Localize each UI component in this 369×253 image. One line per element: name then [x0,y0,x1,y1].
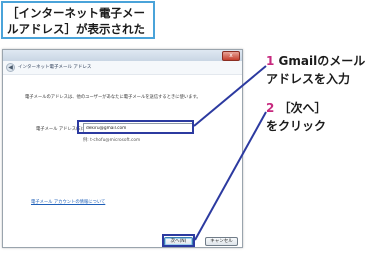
callout-1-line2: アドレスを入力 [266,72,351,86]
instruction-caption: ［インターネット電子メー ルアドレス］が表示された [1,1,155,39]
wizard-title: インターネット電子メール アドレス [18,65,92,70]
internet-email-address-dialog: x ◀ インターネット電子メール アドレス 電子メールのアドレスは、他のユーザー… [2,49,243,248]
caption-line-1: ［インターネット電子メー [7,6,145,20]
email-input-highlight [77,120,194,134]
dialog-titlebar: x [3,50,242,61]
callout-step-1: 1 Gmailのメール アドレスを入力 [266,52,365,88]
email-description: 電子メールのアドレスは、他のユーザーがあなたに電子メールを送信するときに使います… [25,95,201,100]
callout-2-number: 2 [266,101,275,115]
callout-1-line1: Gmailのメール [278,54,366,68]
close-button[interactable]: x [222,51,240,61]
caption-line-2: ルアドレス］が表示された [7,22,145,36]
callout-2-line2: をクリック [266,119,327,133]
cancel-button[interactable]: キャンセル [205,237,238,246]
email-account-info-link[interactable]: 電子メール アカウントの情報について [31,199,105,205]
next-button-highlight [162,234,195,247]
callout-step-2: 2 ［次へ］ をクリック [266,99,327,135]
callout-2-line1: ［次へ］ [278,101,327,115]
email-example-text: 例: t-chofu@microsoft.com [83,138,141,143]
back-arrow-icon[interactable]: ◀ [6,63,15,72]
callout-1-number: 1 [266,54,275,68]
